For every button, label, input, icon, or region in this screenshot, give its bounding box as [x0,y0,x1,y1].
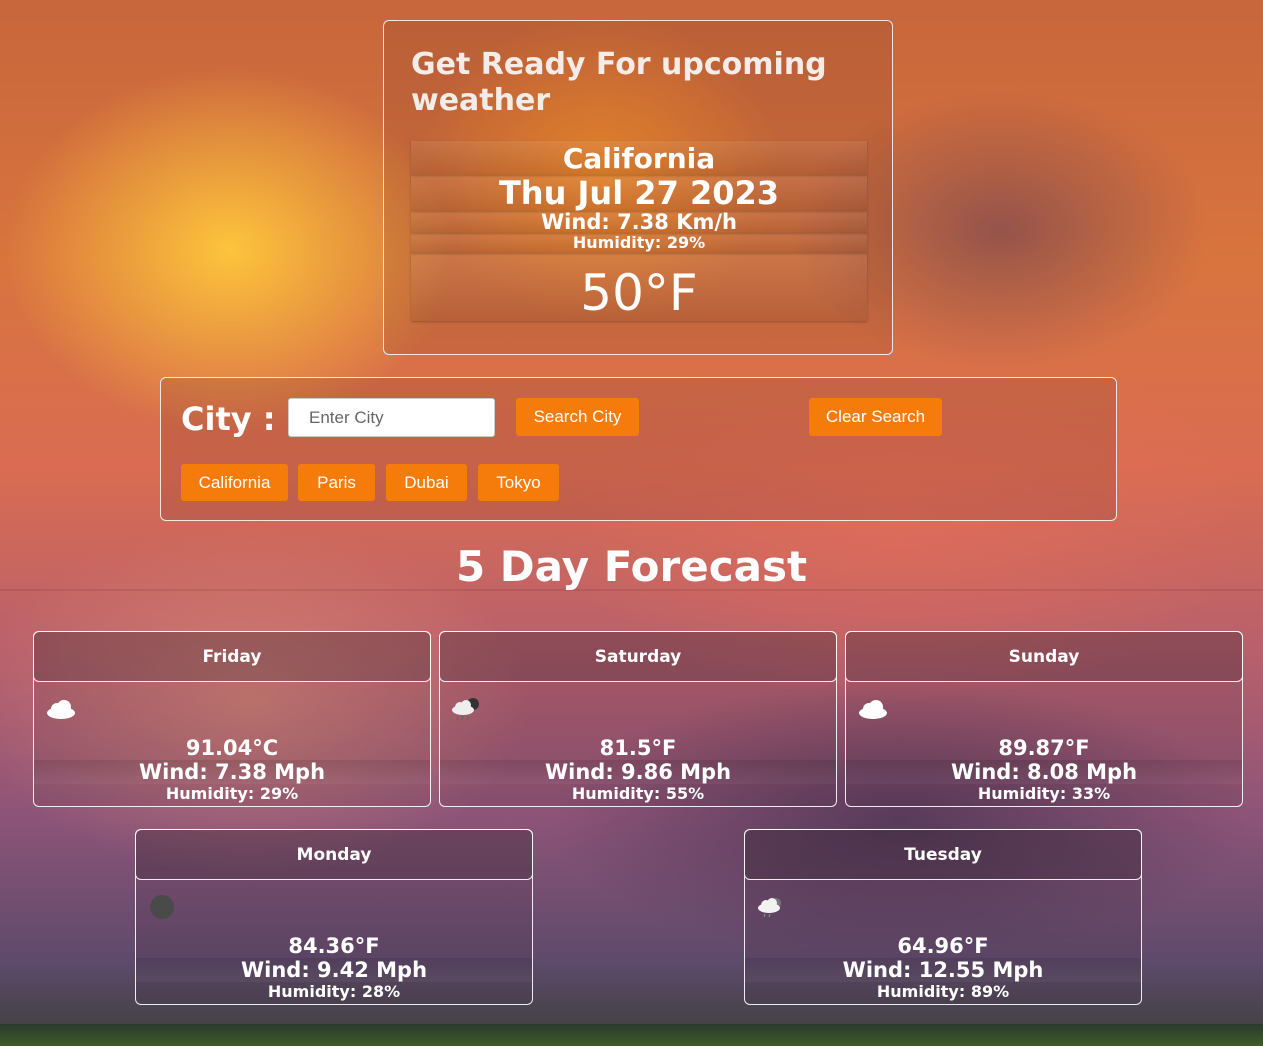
forecast-wind: Wind: 7.38 Mph [34,760,430,784]
forecast-humidity: Humidity: 33% [977,784,1111,803]
forecast-humidity: Humidity: 55% [571,784,705,803]
forecast-temp: 91.04°C [185,736,279,760]
cloud-icon [859,700,887,719]
forecast-temp: 89.87°F [998,736,1090,760]
forecast-temp: 84.36°F [288,934,380,958]
forecast-humidity: Humidity: 89% [876,982,1010,1001]
forecast-day: Saturday [439,631,837,682]
current-weather-panel: Get Ready For upcoming weather Californi… [383,20,893,355]
forecast-temp: 64.96°F [897,934,989,958]
forecast-wind: Wind: 9.42 Mph [136,958,532,982]
current-date: Thu Jul 27 2023 [411,175,867,211]
city-button-paris[interactable]: Paris [298,464,375,501]
forecast-day: Sunday [845,631,1243,682]
current-temperature: 50°F [411,253,867,322]
city-label: City : [181,400,276,438]
clear-search-button[interactable]: Clear Search [809,398,942,436]
forecast-day: Monday [135,829,533,880]
forecast-humidity: Humidity: 28% [267,982,401,1001]
hero-title: Get Ready For upcoming weather [411,47,827,118]
forecast-wind: Wind: 12.55 Mph [745,958,1141,982]
forecast-humidity: Humidity: 29% [165,784,299,803]
forecast-card-friday: Friday 91.04°C Wind: 7.38 Mph Humidity: … [33,631,431,807]
forecast-card-sunday: Sunday 89.87°F Wind: 8.08 Mph Humidity: … [845,631,1243,807]
rain-cloud-icon [452,698,479,721]
forecast-wind: Wind: 8.08 Mph [846,760,1242,784]
forecast-day: Tuesday [744,829,1142,880]
city-search-input[interactable] [288,398,495,437]
forecast-temp: 81.5°F [599,736,677,760]
current-humidity: Humidity: 29% [411,233,867,253]
forecast-day: Friday [33,631,431,682]
cloud-icon [47,700,75,719]
background-landscape [0,1024,1263,1046]
forecast-wind: Wind: 9.86 Mph [440,760,836,784]
current-wind: Wind: 7.38 Km/h [411,211,867,233]
city-button-california[interactable]: California [181,464,288,501]
city-button-dubai[interactable]: Dubai [386,464,467,501]
city-search-panel: City : Search City Clear Search Californ… [160,377,1117,521]
forecast-title: 5 Day Forecast [455,542,808,591]
current-city: California [411,141,867,175]
forecast-card-saturday: Saturday 81.5°F Wind: 9.86 Mph Humidity:… [439,631,837,807]
forecast-card-tuesday: Tuesday 64.96°F Wind: 12.55 Mph Humidity… [744,829,1142,1005]
light-rain-cloud-icon [758,898,781,918]
city-button-tokyo[interactable]: Tokyo [478,464,559,501]
search-city-button[interactable]: Search City [516,398,639,436]
forecast-card-monday: Monday 84.36°F Wind: 9.42 Mph Humidity: … [135,829,533,1005]
dark-cloud-icon [150,895,174,919]
